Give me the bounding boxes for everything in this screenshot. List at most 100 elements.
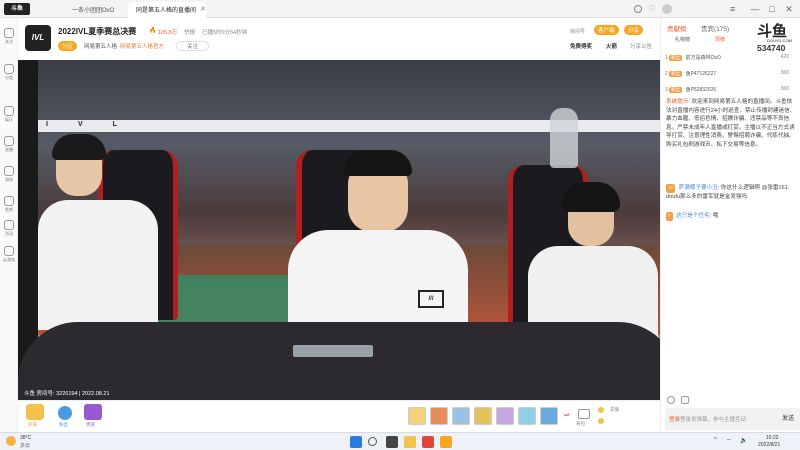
tray-chevron-icon[interactable]: ^ (714, 437, 717, 443)
clock-date[interactable]: 2022/8/21 (758, 442, 780, 448)
browser-icon[interactable] (422, 436, 434, 448)
report-link[interactable]: 举报 (184, 28, 195, 36)
gift-icon[interactable] (474, 407, 492, 425)
subtab-gift[interactable]: 礼物榜 (675, 36, 690, 43)
tab-contribution[interactable]: 贡献榜 (667, 23, 687, 33)
history-icon[interactable] (634, 5, 642, 13)
rank-number: 1 (665, 55, 668, 61)
sidebar-item-follow[interactable]: 关注 (0, 26, 18, 52)
sidebar-item-activity[interactable]: 活动 (0, 218, 18, 244)
more-button[interactable]: 分享公告 (630, 42, 652, 50)
menu-icon[interactable]: ≡ (730, 4, 735, 14)
tv-icon (4, 136, 14, 146)
emoji-icon[interactable] (667, 396, 675, 404)
notice-text: 欢迎来到网易第五人格的直播间。斗鱼依法对直播内容进行24小时巡查，禁止传播封建迷… (666, 99, 796, 148)
send-button[interactable]: 发送 (775, 408, 800, 430)
coin-icon-2 (598, 418, 604, 424)
tab-streamer-one[interactable]: 一条小团团OvO (64, 2, 126, 18)
sidebar-item-game[interactable]: 游戏 (0, 164, 18, 190)
browser-titlebar: 斗鱼 一条小团团OvO 同是第五人格的直播间 ✕ — □ ✕ ♡ ≡ (0, 0, 800, 18)
gift-icon[interactable] (496, 407, 514, 425)
explorer-icon[interactable] (404, 436, 416, 448)
level-badge: 12 (666, 184, 676, 193)
douyu-taskbar-icon[interactable] (440, 436, 452, 448)
backpack-label: 背包 (576, 421, 585, 426)
network-icon[interactable]: ⌔ (726, 437, 732, 445)
chat-user[interactable]: 这只是个任毛 (676, 213, 710, 219)
noble-label: 贵族 (86, 422, 95, 427)
noble-icon[interactable] (84, 404, 102, 420)
category-tag[interactable]: 分区 (58, 41, 78, 51)
star-icon (4, 106, 14, 116)
maximize-icon[interactable]: □ (765, 2, 779, 16)
chat-user[interactable]: 萨满蝶子要小丑 (679, 185, 718, 191)
level-badge: 粉丝 (669, 71, 683, 77)
cloud-icon (4, 246, 14, 256)
player-center: /// (278, 140, 478, 350)
rank-name: 鱼P52832026 (685, 87, 717, 93)
rank-row[interactable]: 2 粉丝 鱼P47126227 360 (665, 70, 799, 77)
gift-icon[interactable] (540, 407, 558, 425)
gift-icon[interactable] (518, 407, 536, 425)
weather-icon[interactable] (6, 436, 16, 446)
notice-label: 系统提示: (666, 99, 690, 105)
tab-close-icon[interactable]: ✕ (200, 5, 206, 13)
heart-icon (4, 28, 14, 38)
input-hint: 登录发弹幕，参与主播互动 (680, 417, 747, 423)
minimize-icon[interactable]: — (748, 2, 762, 16)
os-taskbar: 38°C 多云 ^ ⌔ 🔈 16:22 2022/8/21 (0, 432, 800, 450)
gift-icon[interactable] (430, 407, 448, 425)
gift-icon[interactable] (408, 407, 426, 425)
weather-temp: 38°C (20, 435, 32, 441)
login-link[interactable]: 登录 (669, 417, 680, 423)
streamer-name[interactable]: 网易第五人格 (84, 42, 117, 50)
fan-icon[interactable] (58, 406, 72, 420)
recharge-label[interactable]: 充值 (610, 407, 619, 413)
windows-start-icon[interactable] (350, 436, 362, 448)
volume-icon[interactable]: 🔈 (740, 437, 747, 444)
follow-button[interactable]: 关注 (176, 41, 210, 51)
rank-value: 360 (780, 86, 789, 92)
streamer-avatar[interactable]: IVL (25, 25, 51, 51)
front-desk (18, 322, 660, 400)
sidebar-item-cloudgame[interactable]: 云游戏 (0, 244, 18, 270)
rank-number: 2 (665, 71, 668, 77)
trophy-icon[interactable] (26, 404, 44, 420)
viewer-count: 534740 (757, 43, 786, 53)
close-icon[interactable]: ✕ (782, 2, 796, 16)
share-button[interactable]: 分享 (624, 25, 644, 35)
subtab-week[interactable]: 周榜 (715, 36, 725, 43)
sidebar-item-category[interactable]: 分类 (0, 62, 18, 88)
settings-icon[interactable] (681, 396, 689, 404)
sidebar-item-label: 分类 (4, 75, 14, 80)
heart-outline-icon[interactable]: ♡ (648, 5, 656, 13)
chat-message[interactable]: 12 萨满蝶子要小丑: 你这什么逻辑啊 @张雷161: doufu那么多的雷军就… (666, 184, 796, 201)
chat-message[interactable]: 7 这只是个任毛: 哦 (666, 212, 796, 221)
rank-row[interactable]: 3 粉丝 鱼P52832026 360 (665, 86, 799, 93)
tab-current-stream[interactable]: 同是第五人格的直播间 (128, 2, 206, 18)
official-badge: 网易第五人格官方 (120, 44, 165, 50)
danmaku-input[interactable]: 登录登录发弹幕，参与主播互动 (665, 408, 775, 430)
sidebar-item-fishbar[interactable]: 鱼吧 (0, 194, 18, 220)
rocket-button[interactable]: 火箭 (606, 42, 617, 50)
rank-name: 鱼P47126227 (685, 71, 717, 77)
clock-time[interactable]: 16:22 (766, 435, 779, 441)
rank-row[interactable]: 1 粉丝 前方是森林OvO 420 (665, 54, 799, 61)
gift-more-icon[interactable]: ⇌ (564, 411, 570, 419)
search-icon[interactable] (368, 437, 377, 446)
level-badge: 粉丝 (669, 55, 683, 61)
sidebar-item-label: 直播 (4, 147, 14, 152)
free-gift-button[interactable]: 免费得奖 (570, 42, 592, 50)
live-duration: 已播5时0分54秒钟 (202, 30, 248, 36)
sidebar-item-label: 鱼吧 (4, 207, 14, 212)
sidebar-item-label: 云游戏 (2, 257, 16, 262)
taskview-icon[interactable] (386, 436, 398, 448)
gift-icon[interactable] (452, 407, 470, 425)
sidebar-item-entertainment[interactable]: 娱乐 (0, 104, 18, 130)
tab-vip[interactable]: 贵宾(175) (701, 23, 729, 33)
client-button[interactable]: 客户端 (594, 25, 619, 35)
sidebar-item-live[interactable]: 直播 (0, 134, 18, 160)
backpack-button[interactable] (578, 409, 590, 419)
user-avatar-icon[interactable] (662, 4, 672, 14)
video-player[interactable]: IVL /// 斗鱼 房间号: 3226194 | 2022.08.21 (18, 60, 660, 400)
